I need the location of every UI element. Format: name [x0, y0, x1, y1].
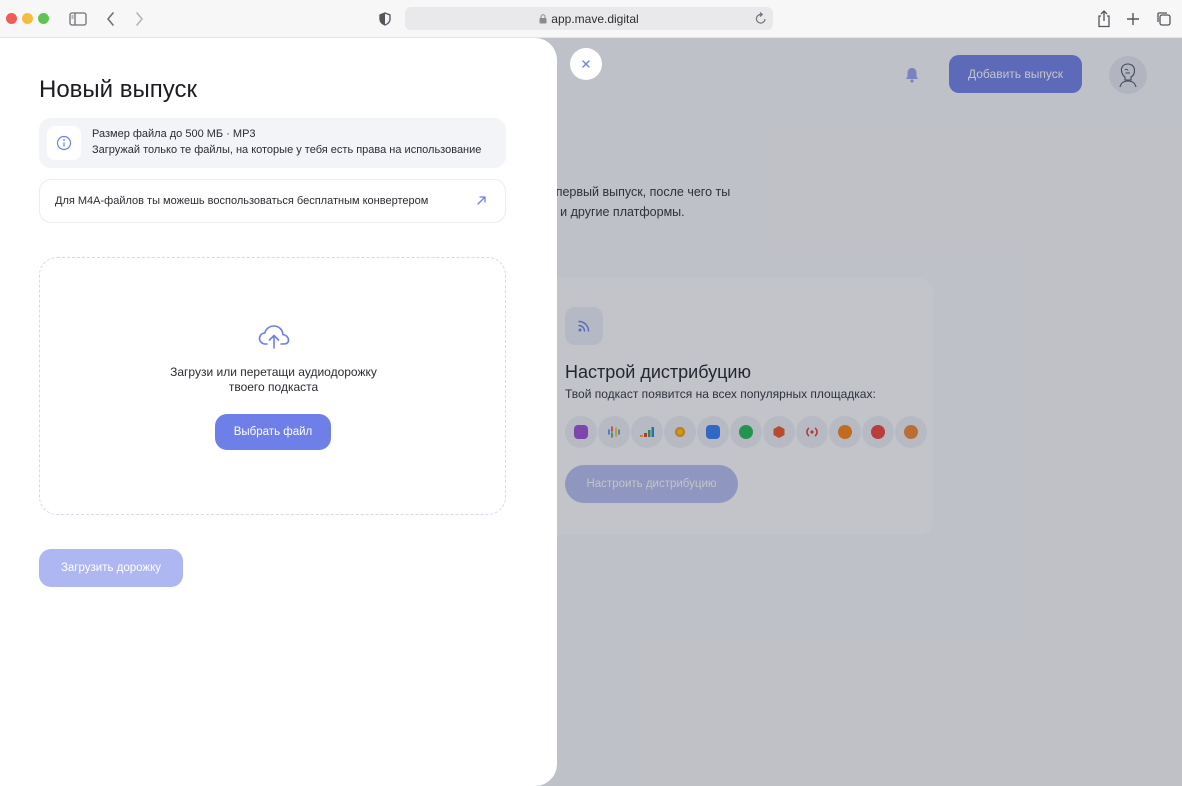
- external-link-icon: [475, 193, 489, 212]
- address-bar[interactable]: app.mave.digital: [405, 7, 773, 30]
- audio-dropzone[interactable]: Загрузи или перетащи аудиодорожку твоего…: [39, 257, 506, 515]
- lock-icon: [539, 13, 547, 24]
- panel-title: Новый выпуск: [39, 76, 197, 103]
- file-info-box: Размер файла до 500 МБ · MP3 Загружай то…: [39, 118, 506, 168]
- upload-track-button[interactable]: Загрузить дорожку: [39, 549, 183, 587]
- close-icon: [581, 56, 591, 73]
- shield-icon[interactable]: [379, 9, 391, 29]
- sidebar-icon[interactable]: [69, 9, 87, 29]
- reload-icon[interactable]: [755, 11, 767, 25]
- choose-file-button[interactable]: Выбрать файл: [215, 414, 331, 450]
- dropzone-text: Загрузи или перетащи аудиодорожку твоего…: [40, 365, 507, 395]
- file-rights-info: Загружай только те файлы, на которые у т…: [92, 144, 482, 156]
- new-release-panel: Новый выпуск Размер файла до 500 МБ · MP…: [0, 38, 557, 786]
- url-text: app.mave.digital: [551, 11, 639, 26]
- info-icon: [47, 126, 81, 160]
- zoom-window-button[interactable]: [38, 13, 49, 24]
- dropzone-line-2: твоего подкаста: [228, 380, 319, 394]
- forward-icon[interactable]: [134, 9, 144, 29]
- browser-toolbar: app.mave.digital: [0, 0, 1182, 38]
- cloud-upload-icon: [258, 324, 290, 355]
- minimize-window-button[interactable]: [22, 13, 33, 24]
- converter-link[interactable]: Для M4A-файлов ты можешь воспользоваться…: [39, 179, 506, 223]
- share-icon[interactable]: [1097, 9, 1111, 29]
- dropzone-line-1: Загрузи или перетащи аудиодорожку: [170, 365, 377, 379]
- new-tab-icon[interactable]: [1126, 9, 1140, 29]
- tabs-icon[interactable]: [1156, 9, 1172, 29]
- close-modal-button[interactable]: [570, 48, 602, 80]
- close-window-button[interactable]: [6, 13, 17, 24]
- converter-text: Для M4A-файлов ты можешь воспользоваться…: [55, 195, 429, 207]
- file-size-info: Размер файла до 500 МБ · MP3: [92, 128, 256, 140]
- back-icon[interactable]: [106, 9, 116, 29]
